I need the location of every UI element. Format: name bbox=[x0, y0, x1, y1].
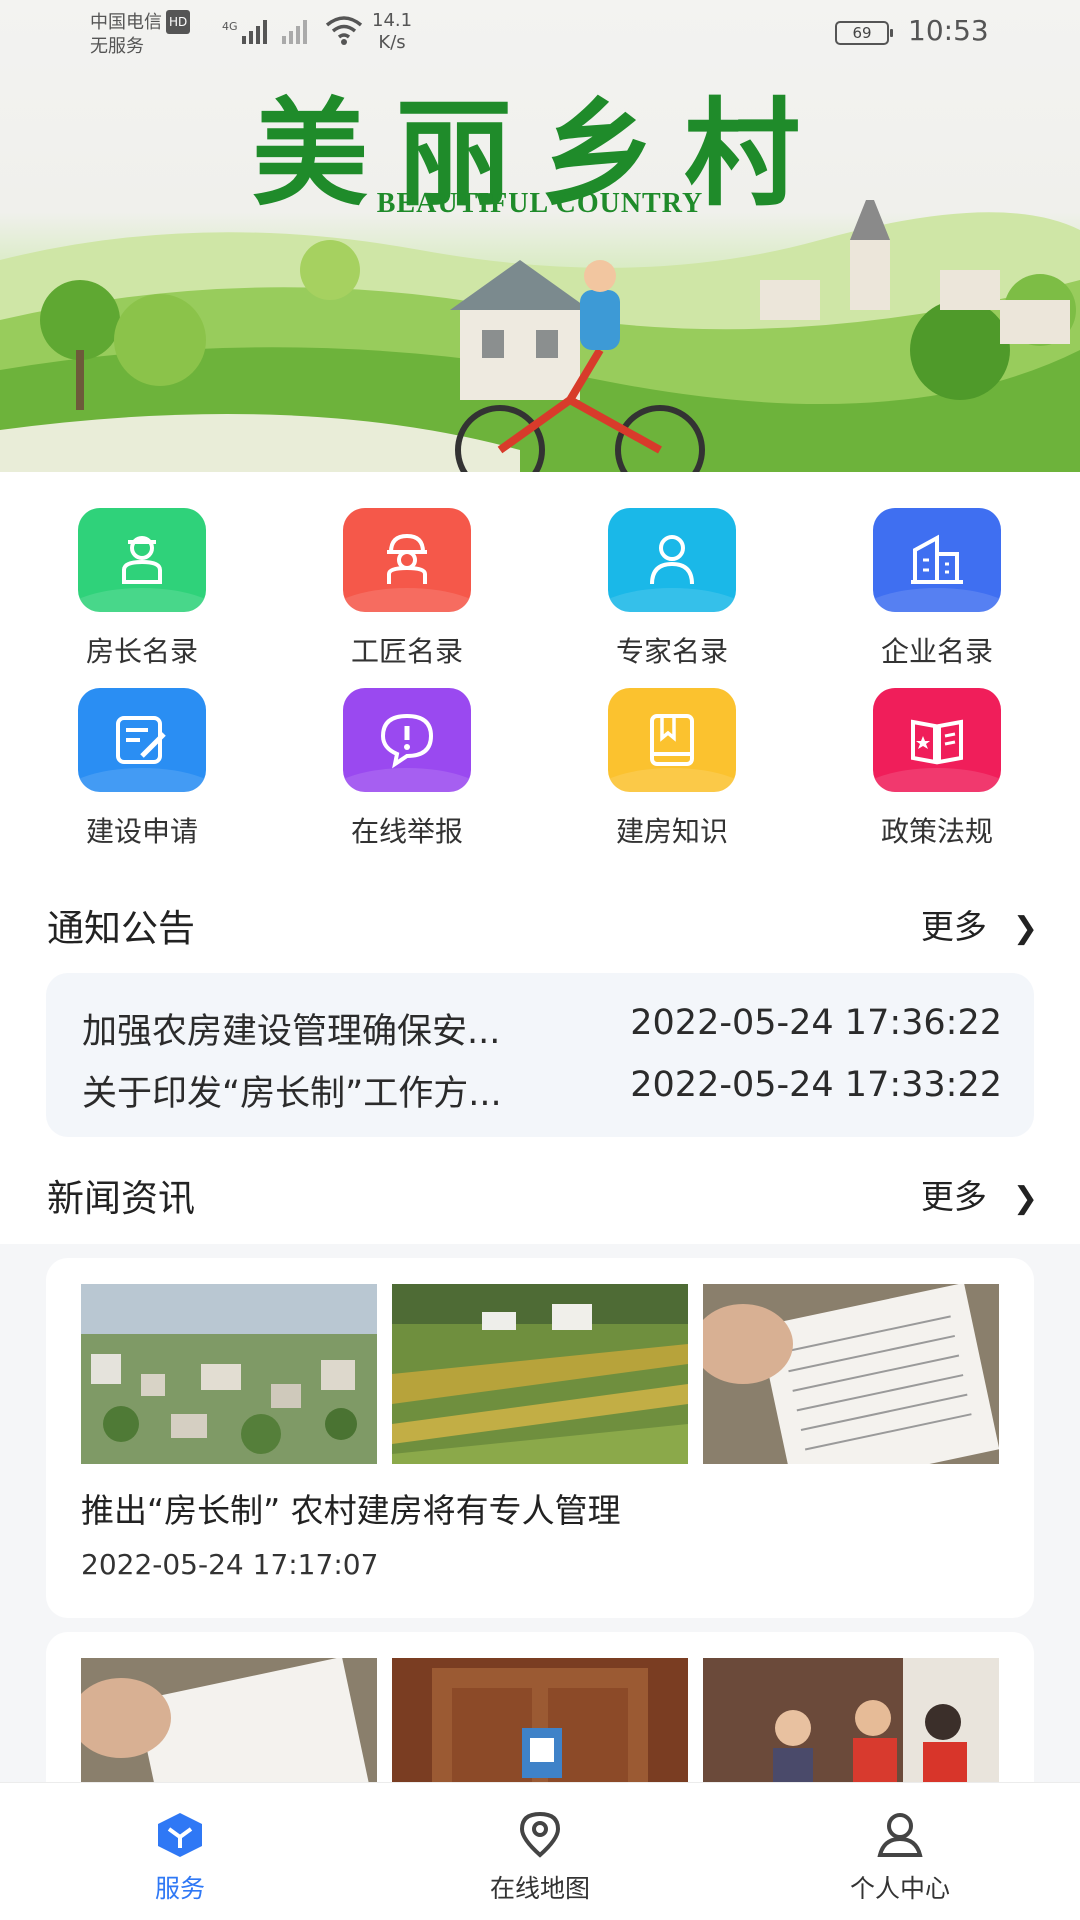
nav-label: 个人中心 bbox=[849, 1874, 950, 1903]
service-icon bbox=[158, 1813, 202, 1857]
news-time: 2022-05-24 17:17:07 bbox=[81, 1548, 379, 1581]
news-photo-town bbox=[81, 1284, 377, 1464]
service-label: 政策法规 bbox=[880, 815, 993, 848]
service-expert[interactable]: 专家名录 bbox=[572, 508, 772, 670]
service-label: 建设申请 bbox=[85, 815, 198, 848]
policy-icon bbox=[873, 688, 1001, 792]
clock: 10:53 bbox=[908, 14, 989, 47]
countryside-illustration bbox=[0, 200, 1080, 472]
service-label: 建房知识 bbox=[615, 815, 728, 848]
banner[interactable]: 中国电信 HD 无服务 4G 14.1 K/s 69 10:53 美丽乡村 BEA… bbox=[0, 0, 1080, 472]
service-grid: 房长名录 工匠名录 专家名录 企业名录 建设申请 在线举报 建房知识 政策法规 bbox=[0, 472, 1080, 868]
news-card[interactable]: 推出“房长制” 农村建房将有专人管理 2022-05-24 17:17:07 bbox=[46, 1258, 1034, 1618]
notice-list: 加强农房建设管理确保安... 2022-05-24 17:36:22 关于印发“… bbox=[46, 973, 1034, 1137]
nav-label: 服务 bbox=[154, 1874, 205, 1903]
carrier-info: 中国电信 HD 无服务 bbox=[90, 10, 191, 59]
service-status: 无服务 bbox=[90, 36, 144, 57]
banner-subtitle: BEAUTIFUL COUNTRY bbox=[376, 188, 704, 219]
notice-time: 2022-05-24 17:36:22 bbox=[630, 1003, 1002, 1043]
service-enterprise[interactable]: 企业名录 bbox=[837, 508, 1037, 670]
speed-unit: K/s bbox=[378, 32, 406, 53]
chevron-right-icon: ❯ bbox=[1012, 911, 1038, 946]
profile-icon bbox=[877, 1813, 923, 1857]
house-chief-icon bbox=[78, 508, 206, 612]
notice-item[interactable]: 关于印发“房长制”工作方... 2022-05-24 17:33:22 bbox=[82, 1065, 1002, 1116]
map-pin-icon bbox=[519, 1811, 561, 1858]
more-label: 更多 bbox=[920, 907, 987, 946]
wifi-icon bbox=[325, 16, 363, 45]
service-label: 房长名录 bbox=[85, 635, 198, 668]
notice-section-title: 通知公告 bbox=[47, 907, 195, 950]
service-house-chief[interactable]: 房长名录 bbox=[42, 508, 242, 670]
enterprise-icon bbox=[873, 508, 1001, 612]
signal-icon: 4G bbox=[222, 20, 307, 44]
nav-label: 在线地图 bbox=[489, 1874, 590, 1903]
service-label: 企业名录 bbox=[880, 635, 993, 668]
service-label: 工匠名录 bbox=[350, 635, 463, 668]
news-more-link[interactable]: 更多 ❯ bbox=[921, 1170, 1038, 1218]
news-photo-farmland bbox=[392, 1284, 688, 1464]
svg-text:4G: 4G bbox=[222, 20, 238, 33]
nav-map[interactable]: 在线地图 bbox=[440, 1811, 640, 1905]
notice-more-link[interactable]: 更多 ❯ bbox=[921, 900, 1038, 948]
service-policy[interactable]: 政策法规 bbox=[837, 688, 1037, 850]
notice-time: 2022-05-24 17:33:22 bbox=[630, 1065, 1002, 1105]
news-section-title: 新闻资讯 bbox=[47, 1177, 195, 1220]
craftsman-icon bbox=[343, 508, 471, 612]
battery-indicator: 69 bbox=[835, 21, 893, 45]
service-label: 在线举报 bbox=[350, 815, 463, 848]
notice-item[interactable]: 加强农房建设管理确保安... 2022-05-24 17:36:22 bbox=[82, 1003, 1002, 1054]
hd-badge: HD bbox=[166, 10, 191, 34]
news-images bbox=[81, 1284, 999, 1464]
news-title: 推出“房长制” 农村建房将有专人管理 bbox=[81, 1491, 621, 1530]
service-craftsman[interactable]: 工匠名录 bbox=[307, 508, 507, 670]
chevron-right-icon: ❯ bbox=[1012, 1181, 1038, 1216]
service-application[interactable]: 建设申请 bbox=[42, 688, 242, 850]
notice-title: 加强农房建设管理确保安... bbox=[82, 1012, 501, 1052]
report-icon bbox=[343, 688, 471, 792]
more-label: 更多 bbox=[920, 1177, 987, 1216]
notice-title: 关于印发“房长制”工作方... bbox=[82, 1074, 502, 1114]
service-knowledge[interactable]: 建房知识 bbox=[572, 688, 772, 850]
knowledge-icon bbox=[608, 688, 736, 792]
news-photo-form bbox=[703, 1284, 999, 1464]
status-bar: 中国电信 HD 无服务 4G 14.1 K/s 69 10:53 bbox=[0, 0, 1080, 66]
speed-value: 14.1 bbox=[372, 10, 413, 31]
nav-profile[interactable]: 个人中心 bbox=[800, 1811, 1000, 1905]
carrier-name: 中国电信 bbox=[90, 12, 162, 33]
expert-icon bbox=[608, 508, 736, 612]
service-report[interactable]: 在线举报 bbox=[307, 688, 507, 850]
network-speed: 14.1 K/s bbox=[372, 10, 412, 54]
service-label: 专家名录 bbox=[615, 635, 728, 668]
nav-service[interactable]: 服务 bbox=[80, 1811, 280, 1905]
bottom-navigation: 服务 在线地图 个人中心 bbox=[0, 1782, 1080, 1920]
application-icon bbox=[78, 688, 206, 792]
